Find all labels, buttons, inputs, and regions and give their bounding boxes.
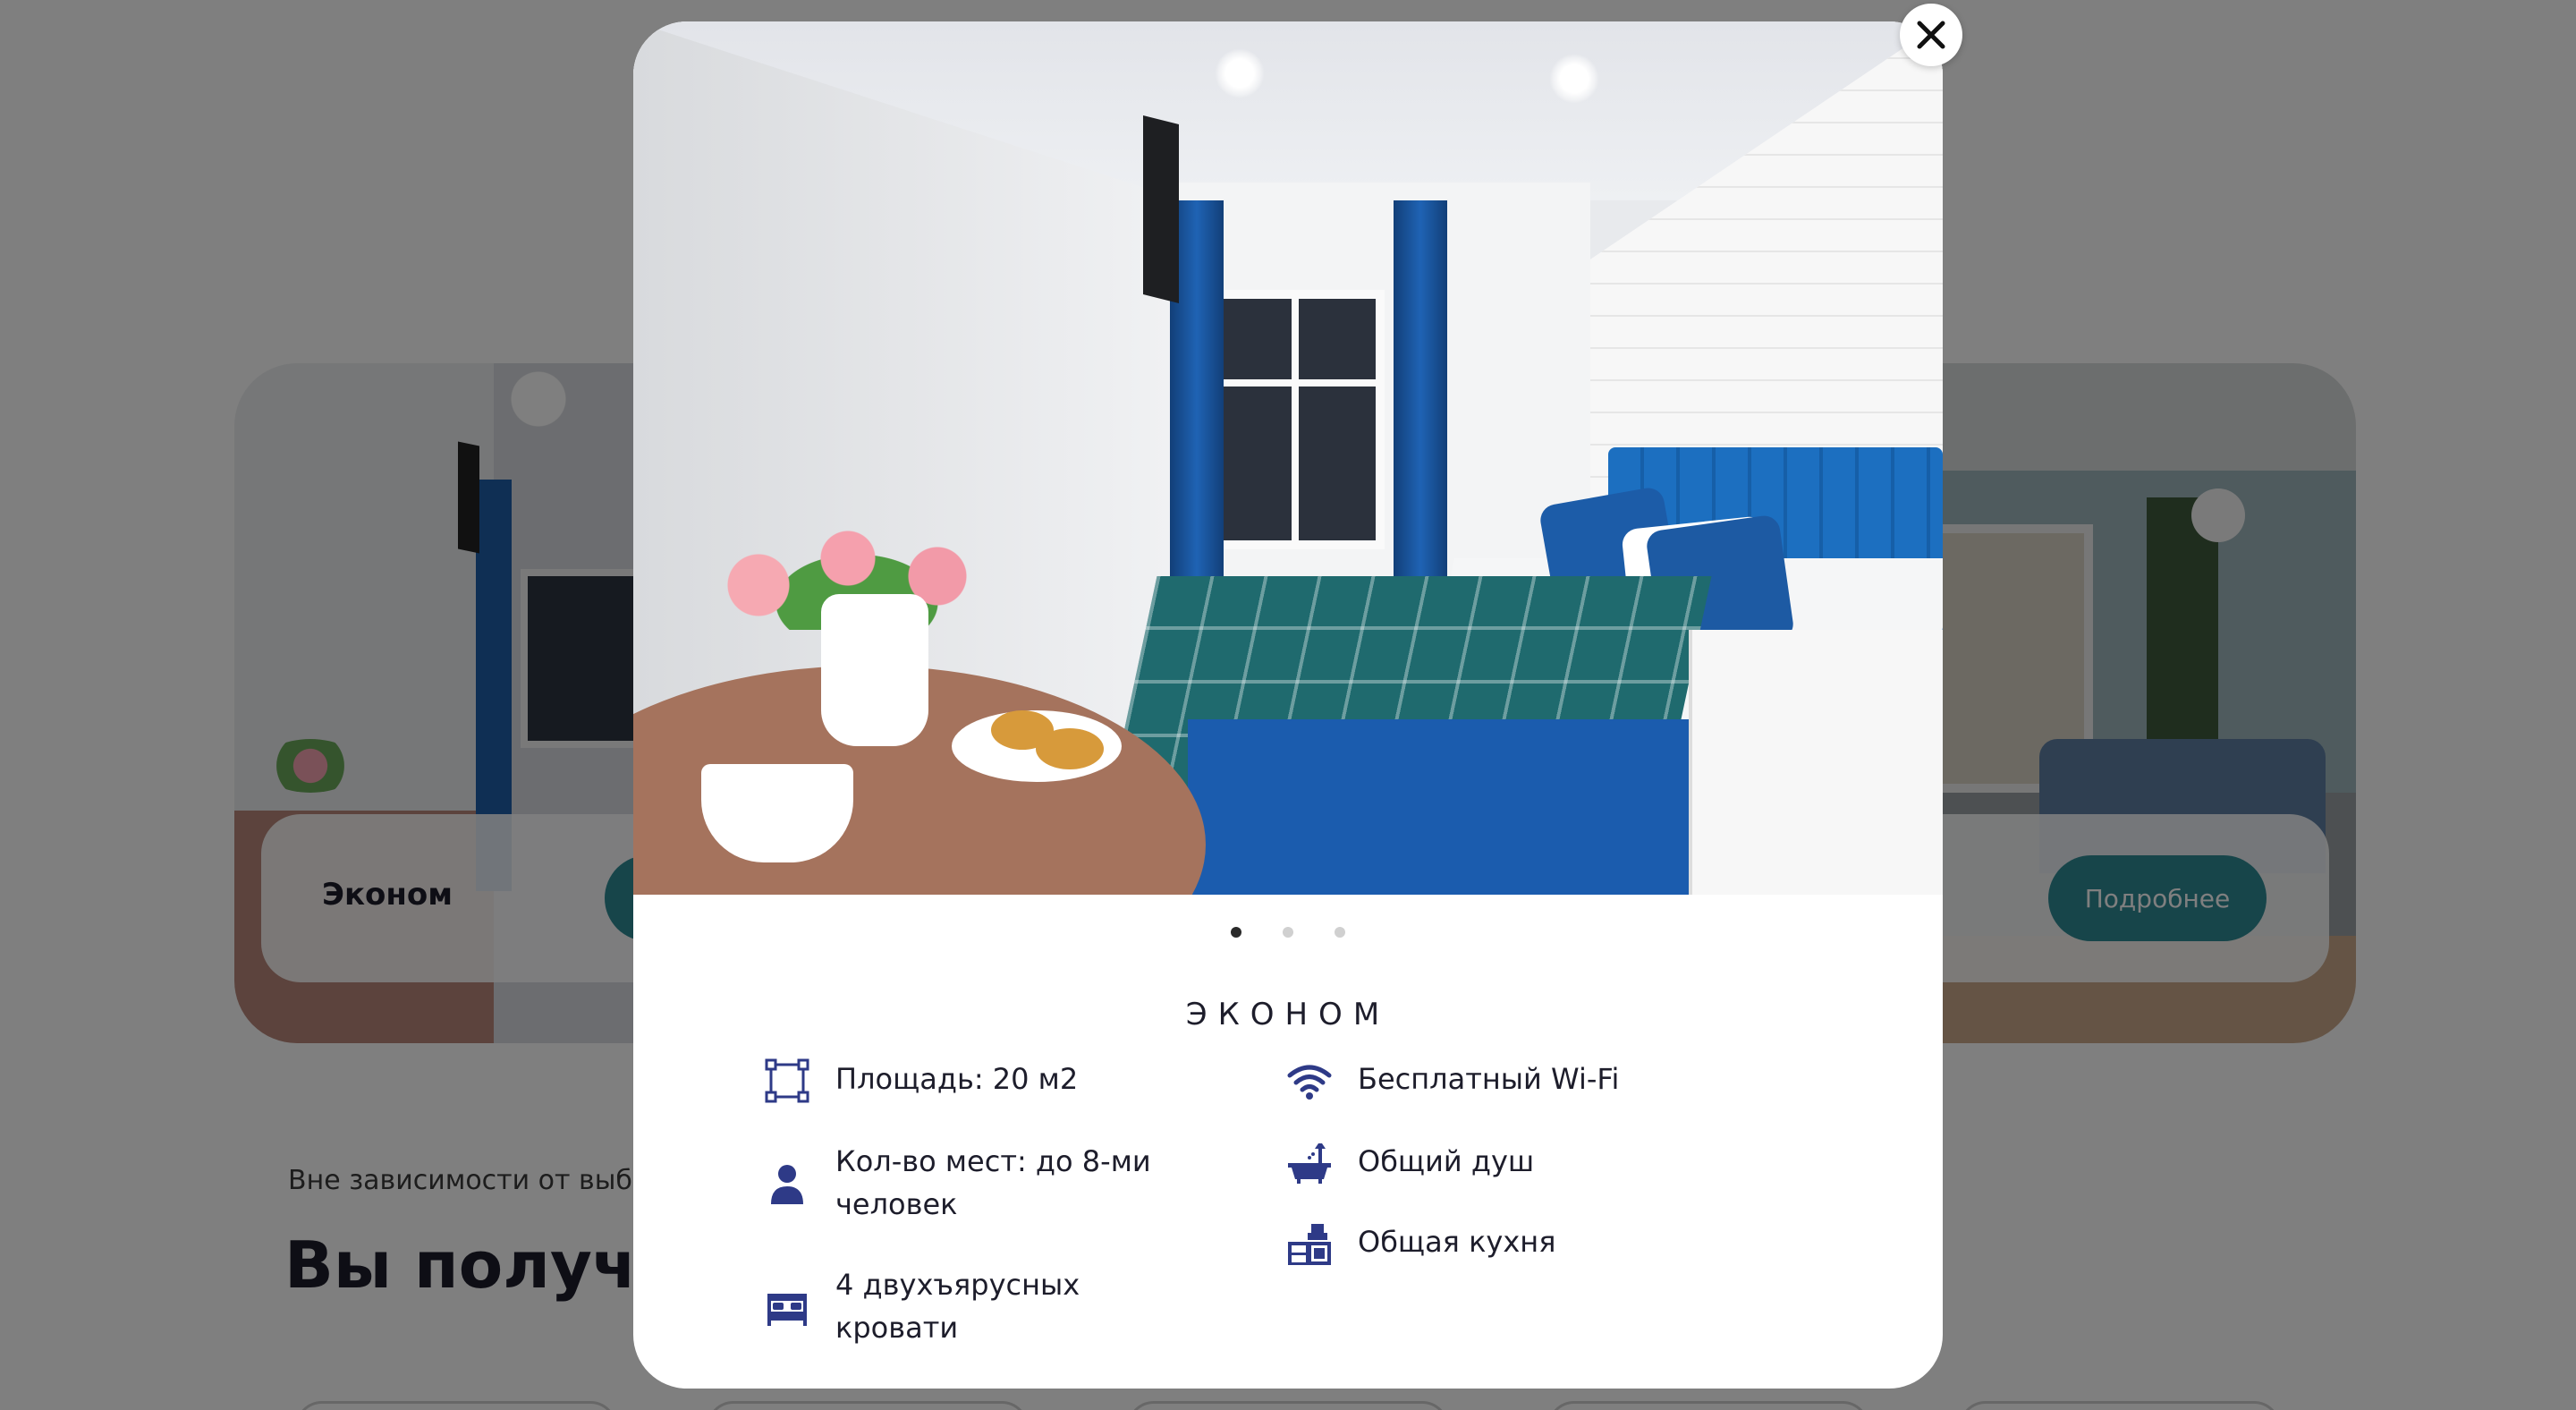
- area-icon: [764, 1058, 810, 1104]
- ceiling-light: [1215, 48, 1265, 98]
- room-modal: ЭКОНОМ Площадь: 20 м2 Кол-во мест: до 8-…: [633, 21, 1943, 1389]
- ceiling-light: [1549, 54, 1599, 104]
- slider-dot[interactable]: [1231, 927, 1241, 938]
- slider-dots: [633, 927, 1943, 938]
- slider-dot[interactable]: [1283, 927, 1293, 938]
- feature-area: Площадь: 20 м2: [764, 1058, 1140, 1104]
- window: [1206, 290, 1385, 549]
- feature-wifi: Бесплатный Wi-Fi: [1286, 1058, 1733, 1104]
- feature-text: Общая кухня: [1358, 1225, 1556, 1259]
- bed-icon: [764, 1283, 810, 1329]
- room-photo[interactable]: [633, 21, 1943, 895]
- feature-text: 4 двухъярусных кровати: [835, 1268, 1080, 1345]
- feature-kitchen: Общая кухня: [1286, 1220, 1733, 1267]
- feature-capacity: Кол-во мест: до 8-ми человек: [764, 1140, 1175, 1226]
- feature-shower: Общий душ: [1286, 1140, 1733, 1186]
- room-title: ЭКОНОМ: [1185, 997, 1391, 1032]
- bathtub-icon: [1286, 1140, 1333, 1186]
- wifi-icon: [1286, 1058, 1333, 1104]
- feature-text: Общий душ: [1358, 1144, 1535, 1178]
- slider-dot[interactable]: [1335, 927, 1345, 938]
- feature-beds: 4 двухъярусных кровати: [764, 1263, 1157, 1349]
- kitchen-icon: [1286, 1220, 1333, 1267]
- feature-text: Кол-во мест: до 8-ми человек: [835, 1144, 1151, 1221]
- feature-text: Бесплатный Wi-Fi: [1358, 1062, 1620, 1096]
- tv: [1143, 115, 1179, 303]
- feature-text: Площадь: 20 м2: [835, 1062, 1079, 1096]
- person-icon: [764, 1161, 810, 1208]
- close-icon: [1914, 18, 1948, 52]
- close-button[interactable]: [1900, 4, 1962, 66]
